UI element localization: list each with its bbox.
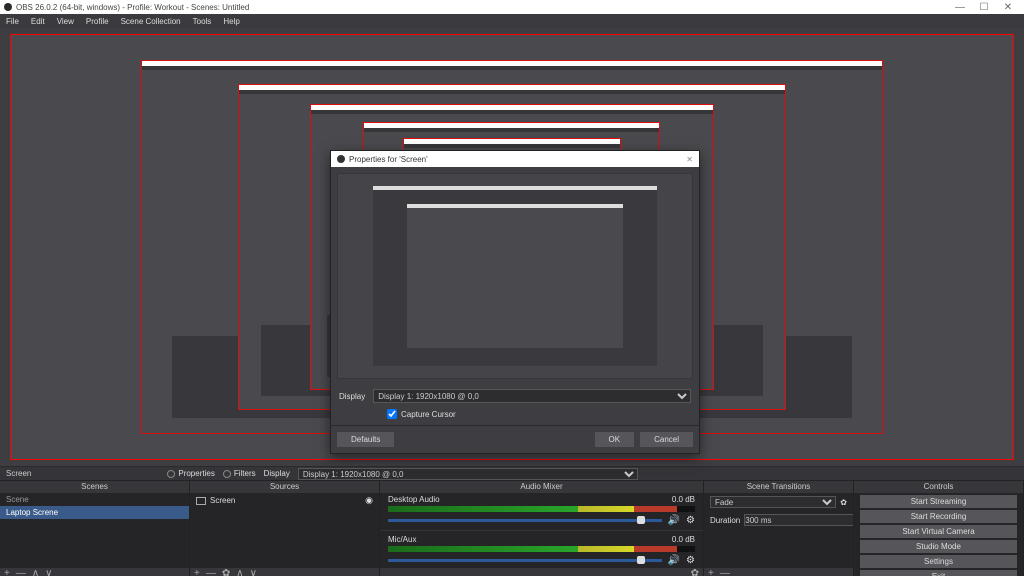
studio-mode-button[interactable]: Studio Mode: [860, 540, 1017, 553]
start-virtual-camera-button[interactable]: Start Virtual Camera: [860, 525, 1017, 538]
exit-button[interactable]: Exit: [860, 570, 1017, 576]
obs-icon: [4, 3, 12, 11]
capture-cursor-checkbox[interactable]: [387, 409, 397, 419]
source-name: Screen: [210, 496, 235, 505]
gear-icon[interactable]: ⚙: [686, 515, 695, 526]
scene-item[interactable]: Laptop Screne: [0, 506, 189, 519]
audio-mixer-panel: Audio Mixer Desktop Audio 0.0 dB 🔊 ⚙ Mic/A…: [380, 481, 704, 576]
display-select[interactable]: Display 1: 1920x1080 @ 0,0: [373, 389, 691, 403]
menu-profile[interactable]: Profile: [86, 17, 109, 26]
audio-track: Desktop Audio 0.0 dB 🔊 ⚙: [380, 493, 703, 531]
mixer-header: Audio Mixer: [380, 481, 703, 493]
track-name: Mic/Aux: [388, 535, 416, 544]
scene-down-button[interactable]: ∨: [45, 569, 52, 576]
minimize-button[interactable]: —: [948, 2, 972, 13]
menu-edit[interactable]: Edit: [31, 17, 45, 26]
audio-meter: [388, 546, 695, 552]
source-down-button[interactable]: ∨: [250, 569, 257, 576]
settings-button[interactable]: Settings: [860, 555, 1017, 568]
transitions-header: Scene Transitions: [704, 481, 853, 493]
scene-up-button[interactable]: ∧: [32, 569, 39, 576]
dialog-titlebar[interactable]: Properties for 'Screen' ✕: [331, 151, 699, 167]
transition-select[interactable]: Fade: [710, 496, 836, 508]
window-title: OBS 26.0.2 (64-bit, windows) - Profile: …: [16, 3, 249, 12]
menu-file[interactable]: File: [6, 17, 19, 26]
transition-duration-input[interactable]: [744, 514, 853, 526]
transition-add-button[interactable]: +: [708, 569, 714, 576]
properties-dialog: Properties for 'Screen' ✕ Display Displa…: [330, 150, 700, 454]
track-name: Desktop Audio: [388, 495, 440, 504]
track-db: 0.0 dB: [672, 535, 695, 544]
defaults-button[interactable]: Defaults: [337, 432, 394, 447]
source-add-button[interactable]: +: [194, 569, 200, 576]
ok-button[interactable]: OK: [595, 432, 635, 447]
display-label: Display: [339, 392, 365, 401]
audio-track: Mic/Aux 0.0 dB 🔊 ⚙: [380, 533, 703, 568]
source-item[interactable]: Screen ◉: [190, 493, 379, 508]
transitions-panel: Scene Transitions Fade ✿ Duration + —: [704, 481, 854, 576]
speaker-icon[interactable]: 🔊: [668, 555, 680, 566]
speaker-icon[interactable]: 🔊: [668, 515, 680, 526]
controls-panel: Controls Start Streaming Start Recording…: [854, 481, 1024, 576]
capture-cursor-label: Capture Cursor: [401, 410, 456, 419]
docks: Scenes Scene Laptop Screne + — ∧ ∨ Sourc…: [0, 480, 1024, 576]
titlebar: OBS 26.0.2 (64-bit, windows) - Profile: …: [0, 0, 1024, 14]
source-toolbar: Screen Properties Filters Display Displa…: [0, 466, 1024, 480]
cancel-button[interactable]: Cancel: [640, 432, 693, 447]
source-remove-button[interactable]: —: [206, 569, 216, 576]
selected-source-label: Screen: [6, 469, 31, 478]
scenes-header: Scenes: [0, 481, 189, 493]
sources-header: Sources: [190, 481, 379, 493]
transition-duration-label: Duration: [710, 516, 740, 525]
dialog-close-button[interactable]: ✕: [686, 155, 693, 164]
gear-icon[interactable]: ⚙: [686, 555, 695, 566]
source-up-button[interactable]: ∧: [236, 569, 243, 576]
gear-icon: [167, 470, 175, 478]
start-streaming-button[interactable]: Start Streaming: [860, 495, 1017, 508]
menu-scene-collection[interactable]: Scene Collection: [121, 17, 181, 26]
volume-slider[interactable]: [388, 519, 662, 522]
scene-remove-button[interactable]: —: [16, 569, 26, 576]
source-properties-button[interactable]: ✿: [222, 569, 230, 576]
toolbar-display-label: Display: [264, 469, 290, 478]
preview-area: Properties for 'Screen' ✕ Display Displa…: [0, 28, 1024, 466]
mixer-settings-button[interactable]: ✿: [691, 569, 699, 576]
scenes-panel: Scenes Scene Laptop Screne + — ∧ ∨: [0, 481, 190, 576]
filters-icon: [223, 470, 231, 478]
close-button[interactable]: ✕: [996, 2, 1020, 13]
track-db: 0.0 dB: [672, 495, 695, 504]
audio-meter: [388, 506, 695, 512]
properties-button[interactable]: Properties: [167, 469, 214, 478]
visibility-toggle[interactable]: ◉: [365, 495, 373, 506]
toolbar-display-select[interactable]: Display 1: 1920x1080 @ 0,0: [298, 468, 638, 480]
display-icon: [196, 497, 206, 505]
start-recording-button[interactable]: Start Recording: [860, 510, 1017, 523]
menu-tools[interactable]: Tools: [193, 17, 212, 26]
filters-button[interactable]: Filters: [223, 469, 256, 478]
scenes-column: Scene: [0, 493, 189, 506]
dialog-title: Properties for 'Screen': [349, 155, 428, 164]
transition-remove-button[interactable]: —: [720, 569, 730, 576]
obs-icon: [337, 155, 345, 163]
volume-slider[interactable]: [388, 559, 662, 562]
menu-help[interactable]: Help: [223, 17, 239, 26]
transition-gear-button[interactable]: ✿: [840, 498, 847, 507]
maximize-button[interactable]: ☐: [972, 2, 996, 13]
scene-add-button[interactable]: +: [4, 569, 10, 576]
controls-header: Controls: [854, 481, 1023, 493]
menu-view[interactable]: View: [57, 17, 74, 26]
menubar: File Edit View Profile Scene Collection …: [0, 14, 1024, 28]
sources-panel: Sources Screen ◉ + — ✿ ∧ ∨: [190, 481, 380, 576]
dialog-preview: [331, 167, 699, 385]
